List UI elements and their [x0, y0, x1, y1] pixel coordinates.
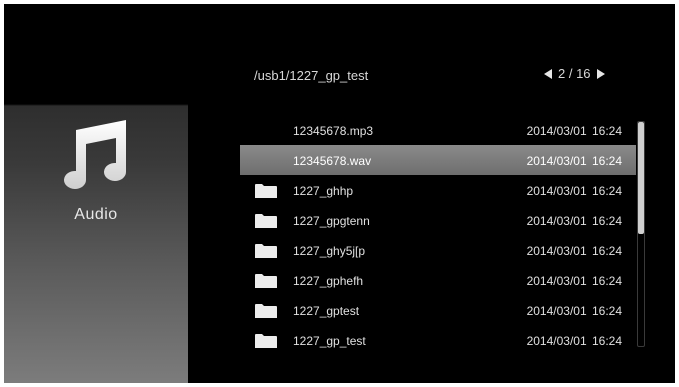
folder-row[interactable]: 1227_gp_test 2014/03/01 16:24: [240, 325, 636, 355]
scrollbar-thumb[interactable]: [638, 122, 644, 234]
folder-icon: [255, 304, 277, 318]
folder-row[interactable]: 1227_ghy5j[p 2014/03/01 16:24: [240, 235, 636, 265]
file-name: 12345678.wav: [293, 154, 372, 168]
file-date: 2014/03/01 16:24: [526, 124, 622, 138]
folder-icon: [255, 184, 277, 198]
folder-row[interactable]: 1227_gpgtenn 2014/03/01 16:24: [240, 205, 636, 235]
file-date: 2014/03/01 16:24: [526, 214, 622, 228]
folder-row[interactable]: 1227_gptest 2014/03/01 16:24: [240, 295, 636, 325]
file-name: 1227_gptest: [293, 304, 360, 318]
file-date: 2014/03/01 16:24: [526, 274, 622, 288]
page-number: 2 / 16: [558, 66, 591, 81]
folder-icon: [255, 334, 277, 348]
next-page-arrow-icon[interactable]: [596, 68, 605, 79]
folder-row[interactable]: 1227_gphefh 2014/03/01 16:24: [240, 265, 636, 295]
folder-icon: [255, 214, 277, 228]
file-date: 2014/03/01 16:24: [526, 184, 622, 198]
folder-icon: [255, 274, 277, 288]
file-row[interactable]: 12345678.wav 2014/03/01 16:24: [240, 145, 636, 175]
file-date: 2014/03/01 16:24: [526, 334, 622, 348]
current-path: /usb1/1227_gp_test: [254, 68, 369, 83]
file-date: 2014/03/01 16:24: [526, 304, 622, 318]
file-name: 12345678.mp3: [293, 124, 374, 138]
file-name: 1227_gpgtenn: [293, 214, 370, 228]
file-date: 2014/03/01 16:24: [526, 244, 622, 258]
file-name: 1227_gp_test: [293, 334, 366, 348]
media-browser-screen: Audio /usb1/1227_gp_test 2 / 16 12345678…: [4, 4, 675, 383]
category-sidebar: Audio: [4, 4, 188, 383]
category-label: Audio: [74, 206, 118, 223]
folder-row[interactable]: 1227_ghhp 2014/03/01 16:24: [240, 175, 636, 205]
file-name: 1227_ghhp: [293, 184, 354, 198]
file-name: 1227_ghy5j[p: [293, 244, 366, 258]
music-note-icon: [64, 120, 126, 189]
folder-icon: [255, 244, 277, 258]
file-date: 2014/03/01 16:24: [526, 154, 622, 168]
previous-page-arrow-icon[interactable]: [544, 68, 552, 79]
file-row[interactable]: 12345678.mp3 2014/03/01 16:24: [240, 115, 636, 145]
page-indicator: 2 / 16: [544, 66, 605, 81]
file-name: 1227_gphefh: [293, 274, 364, 288]
file-list: 12345678.mp3 2014/03/01 16:24 12345678.wav…: [240, 115, 636, 355]
scrollbar[interactable]: [637, 121, 645, 347]
